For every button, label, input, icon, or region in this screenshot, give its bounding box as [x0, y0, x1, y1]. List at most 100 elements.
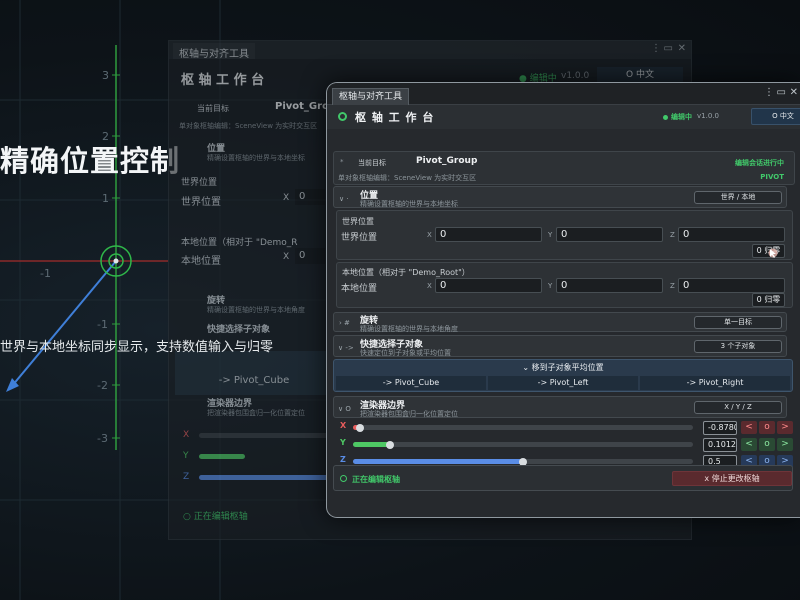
promo-caption: 世界与本地坐标同步显示，支持数值输入与归零: [0, 340, 274, 355]
version-label: v1.0.0: [697, 112, 719, 120]
child-button-cube[interactable]: -> Pivot_Cube: [336, 376, 486, 390]
slider-track-x[interactable]: [353, 425, 693, 430]
ghost-slider-x: [199, 433, 329, 438]
position-section-header[interactable]: ∨ · 位置 精确设置枢轴的世界与本地坐标 世界 / 本地: [333, 186, 787, 208]
y-tick-neg2: -2: [97, 379, 108, 392]
ghost-z-label: Z: [183, 472, 190, 482]
window-title: 枢 轴 工 作 台: [355, 111, 435, 124]
slider-track-y[interactable]: [353, 442, 693, 447]
language-button[interactable]: O 中文: [751, 108, 800, 125]
child-button-left[interactable]: -> Pivot_Left: [488, 376, 638, 390]
rotation-section-header[interactable]: › # 旋转 精确设置枢轴的世界与本地角度 单一目标: [333, 312, 787, 333]
ghost-world-x: 0: [295, 189, 325, 205]
local-y-label: Y: [548, 282, 553, 290]
world-y-label: Y: [548, 231, 553, 239]
ghost-local-label: 本地位置: [181, 256, 221, 267]
rotation-subtitle: 精确设置枢轴的世界与本地角度: [360, 325, 458, 333]
stage: 3 2 1 -1 -2 -3 -1 精确位置控制 枢轴与对齐工具 ⋮ ▭ ✕ 枢…: [0, 0, 800, 600]
child-button-right[interactable]: -> Pivot_Right: [640, 376, 790, 390]
slider-value-x[interactable]: -0.8780: [703, 421, 737, 435]
position-toggle-icon: ∨ ·: [339, 195, 349, 203]
ghost-x-2: X: [283, 252, 290, 262]
ghost-quick-btn: -> Pivot_Cube: [175, 351, 333, 395]
ghost-close-icon: ✕: [677, 43, 686, 54]
local-x-label: X: [427, 282, 432, 290]
ghost-world-title: 世界位置: [181, 178, 218, 188]
cursor-icon: [768, 248, 778, 258]
local-reset-button[interactable]: 0 归零: [752, 293, 785, 307]
target-bullet-icon: *: [340, 158, 344, 166]
local-position-label: 本地位置: [341, 284, 378, 294]
decrement-button-x[interactable]: <: [741, 421, 757, 434]
world-x-label: X: [427, 231, 432, 239]
child-count-button[interactable]: 3 个子对象: [694, 340, 782, 353]
slider-value-y[interactable]: 0.1012: [703, 438, 737, 452]
ghost-local-title: 本地位置（相对于 "Demo_R: [181, 238, 298, 248]
ghost-render-sub: 把渲染器包围盒归一化位置定位: [207, 409, 305, 417]
y-tick-neg3: -3: [97, 432, 108, 445]
world-x-input[interactable]: 0: [435, 227, 542, 242]
ghost-world-label: 世界位置: [181, 197, 221, 208]
footer-status-icon: [340, 475, 347, 482]
session-status: 编辑会话进行中: [735, 159, 784, 167]
menu-icon[interactable]: ⋮: [764, 87, 774, 98]
local-z-label: Z: [670, 282, 675, 290]
single-target-button[interactable]: 单一目标: [694, 316, 782, 329]
ghost-tab: 枢轴与对齐工具: [173, 43, 255, 60]
local-y-input[interactable]: 0: [556, 278, 663, 293]
quick-subtitle: 快速定位到子对象或平均位置: [360, 349, 451, 357]
slider-handle-y[interactable]: [386, 440, 395, 449]
local-position-panel: 本地位置（相对于 "Demo_Root"） 本地位置 X 0 Y 0 Z 0 0…: [336, 262, 793, 308]
zero-button-y[interactable]: o: [759, 438, 775, 451]
world-position-panel: 世界位置 世界位置 X 0 Y 0 Z 0 0 归零: [336, 210, 793, 260]
status-circle-icon: [338, 112, 347, 121]
local-x-input[interactable]: 0: [435, 278, 542, 293]
close-icon[interactable]: ✕: [790, 87, 798, 98]
slider-handle-x[interactable]: [355, 423, 364, 432]
ghost-rot-sub: 精确设置枢轴的世界与本地角度: [207, 306, 305, 314]
x-tick-neg1: -1: [40, 267, 51, 280]
title-bar: 枢轴与对齐工具 ⋮ ▭ ✕: [327, 83, 800, 105]
ghost-x-1: X: [283, 193, 290, 203]
maximize-icon[interactable]: ▭: [777, 87, 786, 98]
ghost-x-label: X: [183, 430, 190, 440]
zero-button-x[interactable]: o: [759, 421, 775, 434]
local-position-title: 本地位置（相对于 "Demo_Root"）: [342, 268, 470, 277]
status-label: 编辑中: [671, 113, 692, 121]
stop-editing-button[interactable]: x 停止更改枢轴: [672, 471, 792, 486]
local-z-input[interactable]: 0: [678, 278, 785, 293]
rotation-toggle-icon: › #: [339, 319, 350, 327]
y-tick-3: 3: [102, 69, 109, 82]
slider-fill-z: [353, 459, 523, 464]
decrement-button-y[interactable]: <: [741, 438, 757, 451]
promo-headline: 精确位置控制: [0, 144, 181, 178]
world-position-title: 世界位置: [342, 217, 374, 226]
increment-button-y[interactable]: >: [777, 438, 793, 451]
world-z-input[interactable]: 0: [678, 227, 785, 242]
pivot-badge: PIVOT: [760, 173, 784, 181]
world-z-label: Z: [670, 231, 675, 239]
increment-button-x[interactable]: >: [777, 421, 793, 434]
slider-axis-label-y: Y: [340, 438, 346, 447]
ghost-footer: ○ 正在编辑枢轴: [183, 512, 248, 522]
renderer-section-header[interactable]: ∨ O 渲染器边界 把渲染器包围盒归一化位置定位 X / Y / Z: [333, 396, 787, 418]
quick-select-header[interactable]: ∨ -> 快捷选择子对象 快速定位到子对象或平均位置 3 个子对象: [333, 335, 787, 357]
ghost-slider-z: [199, 475, 329, 480]
renderer-toggle-icon: ∨ O: [338, 405, 351, 413]
ghost-version: v1.0.0: [561, 71, 590, 81]
header: 枢 轴 工 作 台 编辑中 v1.0.0 O 中文: [327, 105, 800, 129]
quick-select-panel: ⌄ 移到子对象平均位置 -> Pivot_Cube -> Pivot_Left …: [333, 359, 793, 392]
average-position-button[interactable]: ⌄ 移到子对象平均位置: [334, 362, 792, 373]
target-name: Pivot_Group: [416, 156, 478, 166]
ghost-slider-y: [199, 454, 245, 459]
xyz-button[interactable]: X / Y / Z: [694, 401, 782, 414]
footer-bar: 正在编辑枢轴 x 停止更改枢轴: [333, 465, 793, 491]
y-tick-1: 1: [102, 192, 109, 205]
world-y-input[interactable]: 0: [556, 227, 663, 242]
ghost-maximize-icon: ▭: [663, 43, 673, 54]
world-local-button[interactable]: 世界 / 本地: [694, 191, 782, 204]
window-tab[interactable]: 枢轴与对齐工具: [332, 88, 410, 105]
ghost-lang: O 中文: [597, 67, 683, 83]
slider-axis-label-z: Z: [340, 455, 346, 464]
ghost-hint: 单对象枢轴编辑：SceneView 为实时交互区: [179, 122, 318, 130]
